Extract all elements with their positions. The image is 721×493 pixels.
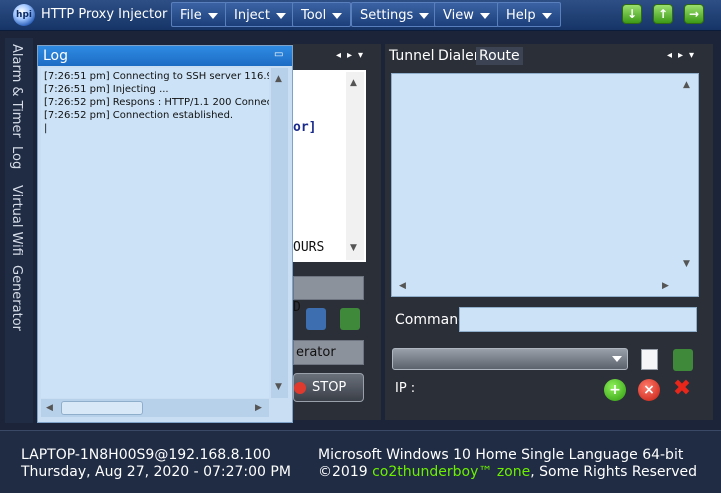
scroll-down-icon[interactable]: ▼ bbox=[350, 243, 357, 253]
editor-scrollbar[interactable] bbox=[346, 72, 364, 260]
os-info: Microsoft Windows 10 Home Single Languag… bbox=[318, 447, 684, 463]
forward-icon[interactable]: → bbox=[684, 4, 704, 24]
scroll-left-icon[interactable]: ◀ bbox=[46, 403, 53, 413]
log-vertical-scrollbar[interactable] bbox=[271, 68, 288, 398]
menu-tool[interactable]: Tool bbox=[292, 2, 352, 27]
copyright-suffix: , Some Rights Reserved bbox=[530, 464, 698, 480]
add-icon[interactable]: + bbox=[604, 379, 626, 401]
chevron-down-icon bbox=[332, 12, 343, 19]
chevron-down-icon bbox=[612, 356, 622, 362]
tab-dialer[interactable]: Dialer bbox=[438, 48, 480, 64]
scroll-down-icon[interactable]: ▼ bbox=[683, 259, 690, 269]
chevron-down-icon bbox=[419, 12, 430, 19]
pin-icon[interactable]: ▭ bbox=[274, 50, 286, 60]
menu-view[interactable]: View bbox=[434, 2, 499, 27]
menu-file[interactable]: File bbox=[171, 2, 227, 27]
menu-inject-label: Inject bbox=[234, 8, 270, 23]
menu-inject[interactable]: Inject bbox=[225, 2, 295, 27]
tab-tunnel[interactable]: Tunnel bbox=[389, 48, 435, 64]
menu-help[interactable]: Help bbox=[497, 2, 561, 27]
tab-nav-arrows-icon[interactable]: ◂▸▾ bbox=[667, 50, 700, 61]
scroll-right-icon[interactable]: ▶ bbox=[662, 281, 669, 291]
trash-icon[interactable] bbox=[673, 349, 693, 371]
scroll-up-icon[interactable]: ▲ bbox=[683, 80, 690, 90]
chevron-down-icon bbox=[479, 12, 490, 19]
text-cursor: | bbox=[44, 123, 48, 134]
menu-settings[interactable]: Settings bbox=[351, 2, 439, 27]
stop-label: STOP bbox=[312, 380, 347, 395]
log-line: [7:26:52 pm] Respons : HTTP/1.1 200 Conn… bbox=[44, 97, 269, 108]
scroll-up-icon[interactable]: ▲ bbox=[350, 78, 357, 88]
log-scroll-thumb[interactable] bbox=[61, 401, 143, 415]
log-line: [7:26:51 pm] Connecting to SSH server 11… bbox=[44, 71, 269, 82]
side-tab-alarm-timer[interactable]: Alarm & Timer bbox=[9, 44, 24, 138]
generator-field[interactable]: erator bbox=[293, 340, 364, 365]
side-tab-log[interactable]: Log bbox=[9, 146, 24, 169]
menu-tool-label: Tool bbox=[301, 8, 327, 23]
command-label: Command bbox=[395, 312, 467, 328]
host-address: LAPTOP-1N8H00S9@192.168.8.100 bbox=[21, 447, 271, 463]
copyright-prefix: ©2019 bbox=[318, 464, 373, 480]
trash-icon[interactable] bbox=[340, 308, 360, 330]
close-icon[interactable]: ✖ bbox=[671, 378, 693, 400]
side-tab-virtual-wifi[interactable]: Virtual Wifi bbox=[9, 185, 24, 256]
stop-icon bbox=[294, 381, 306, 394]
scroll-right-icon[interactable]: ▶ bbox=[255, 403, 262, 413]
scroll-left-icon[interactable]: ◀ bbox=[399, 281, 406, 291]
command-input[interactable] bbox=[459, 307, 697, 332]
datetime: Thursday, Aug 27, 2020 - 07:27:00 PM bbox=[21, 464, 291, 480]
stop-button[interactable]: STOP bbox=[293, 373, 364, 402]
log-text-area[interactable]: [7:26:51 pm] Connecting to SSH server 11… bbox=[41, 68, 269, 398]
brand-link[interactable]: co2thunderboy™ zone bbox=[372, 464, 530, 480]
tab-route[interactable]: Route bbox=[476, 47, 523, 65]
chevron-down-icon bbox=[541, 12, 552, 19]
remove-icon[interactable]: × bbox=[638, 379, 660, 401]
app-title: HTTP Proxy Injector bbox=[41, 7, 168, 22]
download-icon[interactable]: ↓ bbox=[622, 4, 642, 24]
log-titlebar[interactable] bbox=[38, 46, 292, 66]
new-file-icon[interactable] bbox=[641, 349, 658, 370]
app-logo-icon: hpi bbox=[13, 4, 35, 26]
log-line: [7:26:51 pm] Injecting ... bbox=[44, 84, 169, 95]
log-line: [7:26:52 pm] Connection established. bbox=[44, 110, 234, 121]
ip-label: IP : bbox=[395, 381, 416, 396]
menu-file-label: File bbox=[180, 8, 202, 23]
tab-nav-arrows-icon[interactable]: ◂▸▾ bbox=[336, 50, 369, 61]
scroll-down-icon[interactable]: ▼ bbox=[275, 382, 282, 392]
scroll-up-icon[interactable]: ▲ bbox=[275, 74, 282, 84]
side-tab-generator[interactable]: Generator bbox=[9, 265, 24, 331]
menu-view-label: View bbox=[443, 8, 474, 23]
chevron-down-icon bbox=[275, 12, 286, 19]
server-select[interactable] bbox=[392, 348, 628, 370]
save-icon[interactable] bbox=[306, 308, 326, 330]
copyright: ©2019 co2thunderboy™ zone, Some Rights R… bbox=[318, 464, 697, 480]
upload-icon[interactable]: ↑ bbox=[653, 4, 673, 24]
chevron-down-icon bbox=[207, 12, 218, 19]
proxy-field[interactable] bbox=[293, 276, 364, 300]
menu-help-label: Help bbox=[506, 8, 536, 23]
route-output[interactable] bbox=[391, 73, 699, 297]
menu-settings-label: Settings bbox=[360, 8, 414, 23]
log-title: Log bbox=[43, 48, 69, 64]
